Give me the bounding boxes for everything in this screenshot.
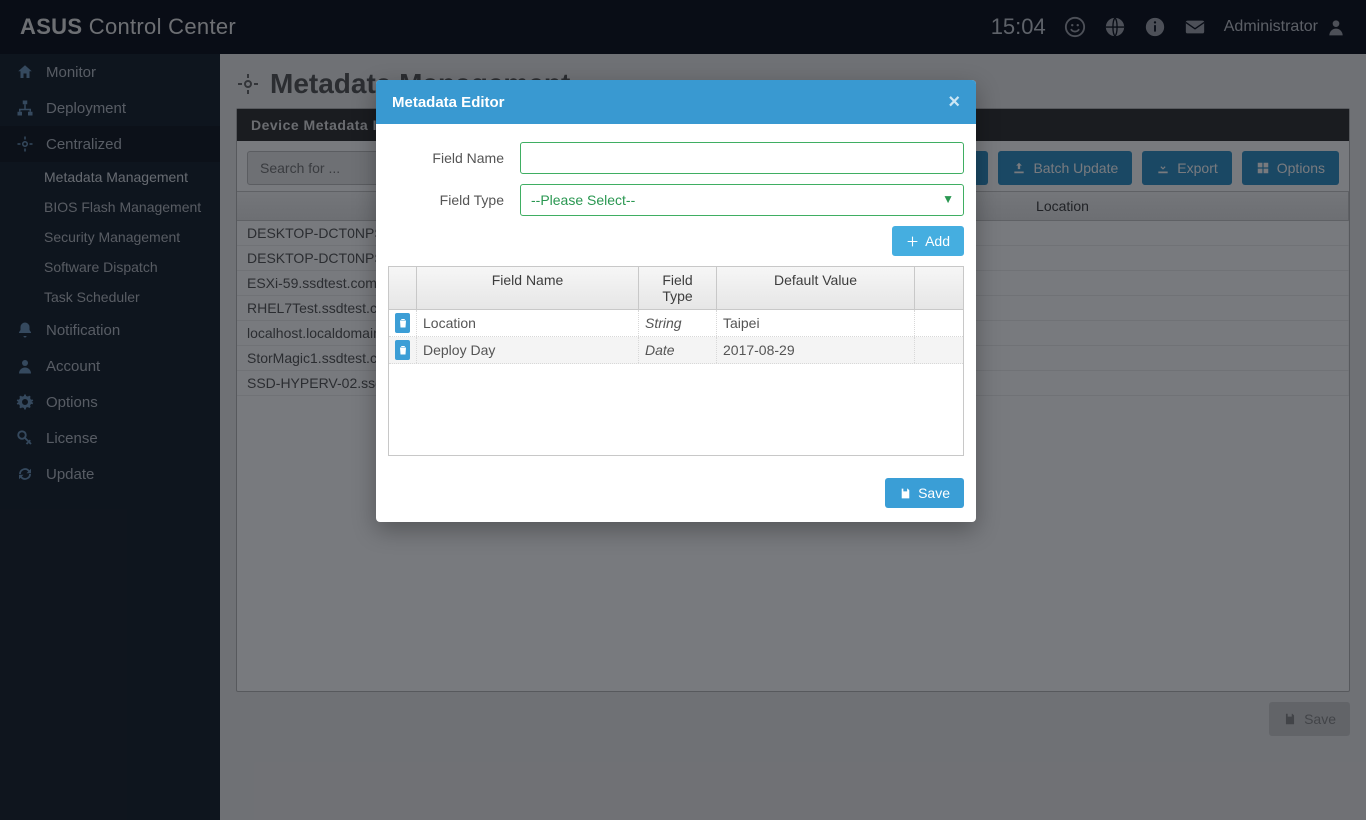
field-type-select[interactable]: --Please Select-- — [520, 184, 964, 216]
modal-body: Field Name Field Type --Please Select-- … — [376, 124, 976, 468]
field-name-row: Field Name — [388, 142, 964, 174]
save-icon — [899, 487, 912, 500]
trash-icon — [397, 344, 409, 356]
modal-table-row: Location String Taipei — [389, 310, 963, 337]
field-name-label: Field Name — [388, 150, 520, 166]
plus-icon — [906, 235, 919, 248]
modal-table-header: Field Name Field Type Default Value — [389, 267, 963, 310]
field-type-row: Field Type --Please Select-- ▼ — [388, 184, 964, 216]
modal-footer: Save — [376, 468, 976, 522]
modal-title: Metadata Editor — [392, 94, 505, 111]
col-field-type: Field Type — [639, 267, 717, 309]
col-default-value: Default Value — [717, 267, 915, 309]
metadata-editor-modal: Metadata Editor × Field Name Field Type … — [376, 80, 976, 522]
trash-icon — [397, 317, 409, 329]
modal-table: Field Name Field Type Default Value Loca… — [388, 266, 964, 456]
field-type-label: Field Type — [388, 192, 520, 208]
modal-save-button[interactable]: Save — [885, 478, 964, 508]
delete-row-button[interactable] — [395, 313, 410, 333]
delete-row-button[interactable] — [395, 340, 410, 360]
col-field-name: Field Name — [417, 267, 639, 309]
modal-header: Metadata Editor × — [376, 80, 976, 124]
add-button[interactable]: Add — [892, 226, 964, 256]
close-icon[interactable]: × — [948, 92, 960, 112]
field-name-input[interactable] — [520, 142, 964, 174]
modal-table-row: Deploy Day Date 2017-08-29 — [389, 337, 963, 364]
